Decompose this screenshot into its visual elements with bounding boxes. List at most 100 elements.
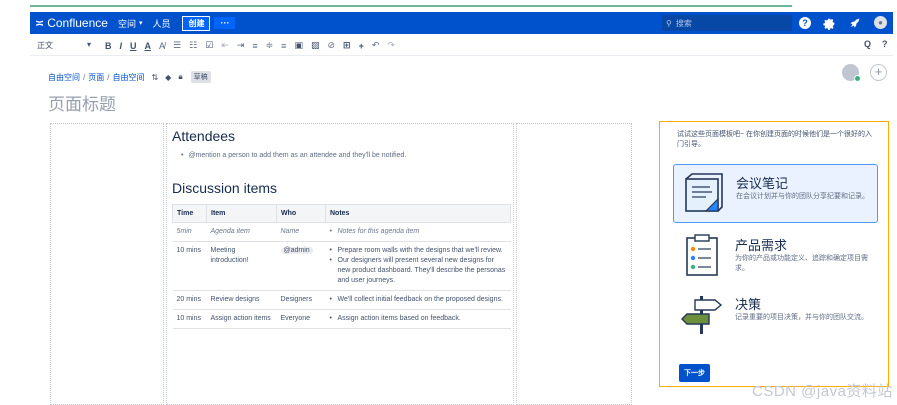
table-cell-notes: We'll collect initial feedback on the pr…: [325, 290, 511, 310]
template-option-product-requirements[interactable]: 产品需求 为你的产品或功能定义、追踪和确定项目需求。: [673, 227, 878, 286]
attendees-note: @mention a person to add them as an atte…: [181, 152, 406, 159]
table-cell-who: @admin: [276, 241, 326, 291]
insert-more-button[interactable]: +: [359, 41, 364, 51]
preview-left-column: [50, 123, 164, 405]
template-option-decision[interactable]: 决策 记录重要的项目决策，并与你的团队交流。: [673, 286, 878, 345]
notification-icon[interactable]: [848, 16, 862, 30]
list-item: Assign action items based on feedback.: [330, 314, 507, 324]
nav-spaces[interactable]: 空间 ▾: [118, 17, 143, 30]
align-center-icon[interactable]: ≑: [266, 40, 274, 51]
redo-icon[interactable]: ↷: [387, 40, 395, 51]
lock-icon[interactable]: 🔒︎: [178, 72, 182, 82]
template-title: 产品需求: [735, 238, 788, 253]
column-header: Time: [172, 204, 207, 223]
table-cell-item: Assign action items: [206, 309, 277, 329]
italic-button[interactable]: I: [120, 41, 123, 51]
preview-right-column: [516, 123, 632, 405]
insert-table-icon[interactable]: ⊞: [343, 40, 351, 51]
column-header: Item: [206, 204, 277, 223]
breadcrumb-pages[interactable]: 页面: [88, 72, 104, 83]
indent-icon[interactable]: ⇥: [237, 40, 245, 51]
notes-list: Prepare room walls with the designs that…: [330, 246, 507, 286]
page-title-input[interactable]: 页面标题: [48, 90, 116, 115]
confluence-logo[interactable]: ≍ Confluence: [35, 16, 108, 30]
label-tag-icon[interactable]: ◆: [165, 73, 171, 82]
breadcrumb: 自由空间 / 页面 / 自由空间 ⇅ ◆ 🔒︎ 草稿: [48, 71, 211, 83]
meeting-notes-icon: [685, 173, 723, 212]
chevron-down-icon: ▾: [86, 40, 91, 49]
breadcrumb-parent[interactable]: 自由空间: [112, 72, 144, 83]
table-cell-notes: Notes for this agenda item: [325, 222, 511, 242]
table-cell-who: Everyone: [276, 309, 326, 329]
decision-signpost-icon: [681, 296, 723, 334]
template-option-meeting-notes[interactable]: 会议笔记 在会议计划并与你的团队分享纪要和记录。: [673, 164, 878, 223]
table-cell-time: 10 mins: [172, 309, 207, 329]
paragraph-style-select[interactable]: 正文 ▾: [37, 40, 97, 51]
attendees-heading: Attendees: [172, 128, 236, 144]
list-item: Notes for this agenda item: [330, 227, 507, 237]
table-row: 20 minsReview designsDesigners We'll coll…: [172, 290, 511, 310]
align-right-icon[interactable]: ≡: [281, 41, 286, 51]
page-tree-icon[interactable]: ⇅: [151, 73, 158, 82]
notes-list: Notes for this agenda item: [330, 227, 507, 237]
table-row: 10 minsAssign action itemsEveryone Assign…: [172, 309, 511, 329]
table-header-row: Time Item Who Notes: [172, 204, 511, 223]
breadcrumb-space[interactable]: 自由空间: [48, 72, 80, 83]
breadcrumb-separator: /: [83, 72, 86, 82]
nav-people-label: 人员: [152, 18, 171, 29]
align-left-icon[interactable]: ≡: [252, 41, 257, 51]
bold-button[interactable]: B: [105, 41, 112, 51]
list-item: Our designers will present several new d…: [330, 256, 507, 286]
nav-spaces-label: 空间: [117, 18, 136, 29]
chooser-intro: 试试这些页面模板吧~ 在你创建页面的时候他们是一个很好的入门引导。: [677, 131, 873, 148]
clear-format-button[interactable]: A̸: [159, 41, 165, 51]
search-input[interactable]: ⚲ 搜索: [662, 15, 792, 31]
discussion-table: Time Item Who Notes 5minAgenda itemNameN…: [172, 204, 511, 329]
nav-people[interactable]: 人员: [152, 17, 170, 30]
top-divider: [30, 5, 792, 7]
breadcrumb-separator: /: [107, 72, 110, 82]
text-color-button[interactable]: A: [145, 41, 152, 51]
collaborator-avatar[interactable]: [842, 64, 861, 82]
editor-toolbar: 正文 ▾ B I U A A̸ ☰ ☷ ☑ ⇤ ⇥ ≡ ≑ ≡ ▣ ▨ ⊘ ⊞ …: [30, 36, 893, 56]
confluence-logo-icon: ≍: [35, 17, 45, 30]
task-list-icon[interactable]: ☑: [205, 40, 213, 51]
list-item: We'll collect initial feedback on the pr…: [330, 295, 507, 305]
table-cell-notes: Assign action items based on feedback.: [325, 309, 511, 329]
table-cell-time: 5min: [172, 222, 207, 242]
next-button[interactable]: 下一步: [679, 364, 710, 382]
outdent-icon[interactable]: ⇤: [221, 40, 229, 51]
column-header: Notes: [325, 204, 511, 223]
insert-link-icon[interactable]: ⊘: [327, 40, 335, 51]
chevron-down-icon: ▾: [138, 20, 143, 27]
page-layout-icon[interactable]: ▣: [294, 40, 303, 51]
numbered-list-icon[interactable]: ☷: [189, 40, 197, 51]
template-title: 会议笔记: [736, 176, 789, 191]
table-cell-who: Name: [276, 222, 326, 242]
invite-collaborator-button[interactable]: +: [870, 64, 887, 81]
editor-help-icon[interactable]: ?: [882, 39, 888, 49]
template-description: 为你的产品或功能定义、追踪和确定项目需求。: [735, 255, 868, 272]
user-mention[interactable]: @admin: [280, 247, 313, 254]
template-preview: Attendees @mention a person to add them …: [166, 123, 514, 405]
user-avatar-icon[interactable]: ●: [874, 16, 887, 29]
more-button[interactable]: ···: [214, 17, 236, 29]
gear-icon[interactable]: [822, 16, 836, 30]
search-icon: ⚲: [666, 18, 672, 28]
bullet-list-icon[interactable]: ☰: [173, 40, 181, 51]
underline-button[interactable]: U: [130, 41, 137, 51]
find-replace-icon[interactable]: Q: [864, 39, 871, 49]
template-chooser: 试试这些页面模板吧~ 在你创建页面的时候他们是一个很好的入门引导。 会议笔记 在…: [659, 121, 889, 387]
undo-icon[interactable]: ↶: [372, 40, 380, 51]
notes-list: Assign action items based on feedback.: [330, 314, 507, 324]
help-icon[interactable]: ?: [799, 17, 811, 29]
notes-list: We'll collect initial feedback on the pr…: [330, 295, 507, 305]
insert-image-icon[interactable]: ▨: [311, 40, 320, 51]
watermark: CSDN @java资料站: [752, 383, 893, 400]
create-button[interactable]: 创建: [182, 15, 211, 31]
list-item: Prepare room walls with the designs that…: [330, 246, 507, 256]
table-cell-item: Meeting introduction!: [206, 241, 277, 291]
template-title: 决策: [735, 297, 762, 312]
column-header: Who: [276, 204, 326, 223]
table-cell-time: 10 mins: [172, 241, 207, 291]
